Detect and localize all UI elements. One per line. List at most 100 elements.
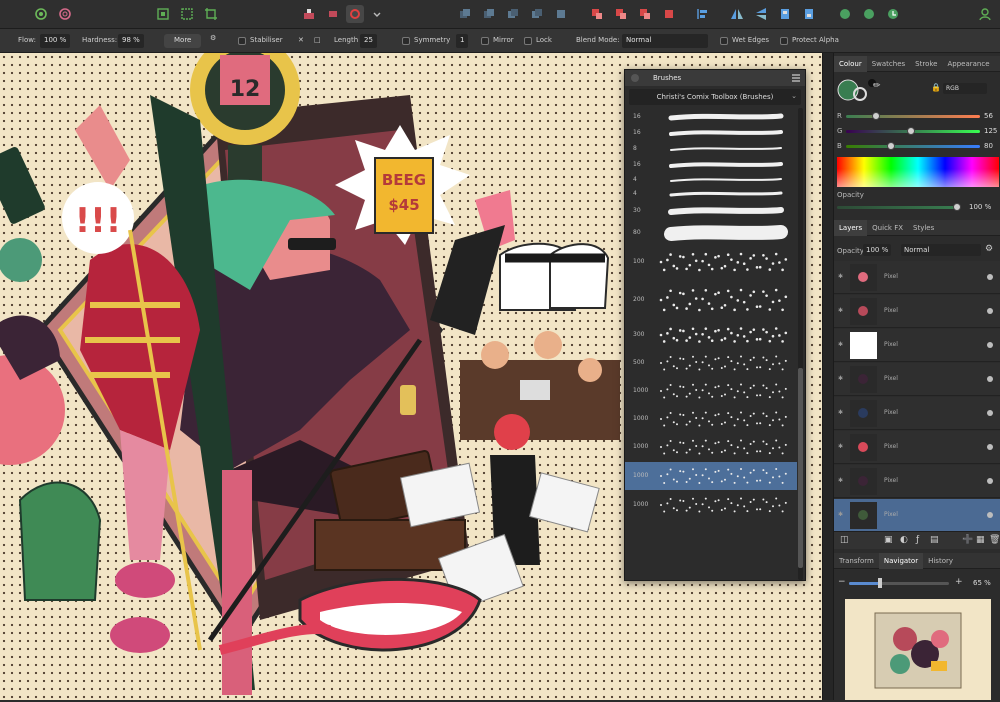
close-icon[interactable] xyxy=(631,74,639,82)
crop-tool-icon[interactable] xyxy=(202,5,220,23)
brush-row[interactable]: 1000 xyxy=(625,378,797,404)
persona-photo-icon[interactable] xyxy=(32,5,50,23)
rope-mode-icon[interactable]: ✕ xyxy=(298,36,304,44)
layer-blend-select[interactable]: Normal xyxy=(901,244,981,256)
visibility-toggle[interactable] xyxy=(987,274,993,280)
layer-fx-icon[interactable]: ✱ xyxy=(838,273,843,280)
arrange-back-icon[interactable] xyxy=(456,5,474,23)
visibility-toggle[interactable] xyxy=(987,478,993,484)
scrollbar-thumb[interactable] xyxy=(798,368,803,568)
live-filter-icon[interactable]: ▤ xyxy=(930,535,939,545)
arrange-backward-icon[interactable] xyxy=(480,5,498,23)
layer-row[interactable]: ✱ Pixel xyxy=(834,329,1000,362)
tab-navigator[interactable]: Navigator xyxy=(878,553,924,569)
brush-row[interactable]: 200 xyxy=(625,280,797,320)
tab-quick-fx[interactable]: Quick FX xyxy=(867,220,908,236)
tool-dropdown-icon[interactable] xyxy=(368,5,386,23)
brushes-panel-header[interactable]: Brushes xyxy=(625,70,805,86)
history-icon[interactable] xyxy=(884,5,902,23)
eyedropper-icon[interactable]: ✏ xyxy=(873,81,881,91)
xor-pixel-icon[interactable] xyxy=(660,5,678,23)
layer-row[interactable]: ✱ Pixel xyxy=(834,431,1000,464)
rotate-left-icon[interactable] xyxy=(776,5,794,23)
length-field[interactable]: 25 xyxy=(360,34,377,48)
navigator-preview[interactable] xyxy=(845,599,991,700)
visibility-toggle[interactable] xyxy=(987,410,993,416)
zoom-out-icon[interactable]: − xyxy=(838,577,846,587)
colour-wells[interactable] xyxy=(837,77,877,103)
hardness-field[interactable]: 98 % xyxy=(118,34,144,48)
zoom-in-icon[interactable]: + xyxy=(955,577,963,587)
adjustment-layer-icon[interactable]: ◐ xyxy=(900,535,908,545)
brush-row[interactable]: 30 xyxy=(625,202,797,220)
flip-vertical-icon[interactable] xyxy=(752,5,770,23)
layer-fx-icon[interactable]: ✱ xyxy=(838,375,843,382)
fx-icon[interactable]: ƒ xyxy=(916,535,919,545)
symmetry-count-field[interactable]: 1 xyxy=(456,34,469,48)
wet-edges-checkbox[interactable] xyxy=(720,37,728,45)
brush-row[interactable]: 16 xyxy=(625,126,797,140)
selection-tool-icon[interactable] xyxy=(178,5,196,23)
lock-icon[interactable]: 🔒 xyxy=(931,83,941,92)
add-pixel-icon[interactable] xyxy=(588,5,606,23)
brush-row[interactable]: 1000 xyxy=(625,492,797,518)
add-layer-icon[interactable]: ➕ xyxy=(962,535,973,545)
layer-options-icon[interactable]: ◫ xyxy=(840,535,849,545)
green-value[interactable]: 125 xyxy=(984,127,997,135)
green-knob[interactable] xyxy=(907,127,915,135)
zoom-slider-knob[interactable] xyxy=(878,578,882,588)
assistant-icon[interactable] xyxy=(836,5,854,23)
tab-history[interactable]: History xyxy=(923,553,958,569)
opacity-track[interactable] xyxy=(837,206,959,209)
red-slider[interactable]: R 56 xyxy=(837,111,1000,121)
layer-row[interactable]: ✱ Pixel xyxy=(834,397,1000,430)
lock-checkbox[interactable] xyxy=(524,37,532,45)
brush-row[interactable]: 16 xyxy=(625,158,797,172)
flow-field[interactable]: 100 % xyxy=(40,34,71,48)
brush-row[interactable]: 4 xyxy=(625,188,797,200)
arrange-icon[interactable] xyxy=(552,5,570,23)
opacity-value[interactable]: 100 % xyxy=(969,203,991,211)
stabiliser-checkbox[interactable] xyxy=(238,37,246,45)
flip-horizontal-icon[interactable] xyxy=(728,5,746,23)
layer-fx-icon[interactable]: ✱ xyxy=(838,511,843,518)
layer-row[interactable]: ✱ Pixel xyxy=(834,363,1000,396)
view-tool-icon[interactable] xyxy=(154,5,172,23)
layer-fx-icon[interactable]: ✱ xyxy=(838,477,843,484)
visibility-toggle[interactable] xyxy=(987,444,993,450)
layer-row[interactable]: ✱ Pixel xyxy=(834,261,1000,294)
window-mode-icon[interactable]: □ xyxy=(314,36,321,44)
red-knob[interactable] xyxy=(872,112,880,120)
trash-icon[interactable]: 🗑 xyxy=(989,535,1000,545)
tab-appearance[interactable]: Appearance xyxy=(942,56,994,72)
colour-model-select[interactable]: RGB xyxy=(943,83,987,94)
brush-row[interactable]: 1000 xyxy=(625,434,797,460)
layer-row[interactable]: ✱ Pixel xyxy=(834,465,1000,498)
layer-fx-icon[interactable]: ✱ xyxy=(838,443,843,450)
blue-knob[interactable] xyxy=(887,142,895,150)
arrange-front-icon[interactable] xyxy=(528,5,546,23)
layer-row[interactable]: ✱ Pixel xyxy=(834,295,1000,328)
intersect-pixel-icon[interactable] xyxy=(636,5,654,23)
red-track[interactable] xyxy=(846,115,980,118)
brush-list[interactable]: 16 16 8 16 4 4 30 80 100 200 300 500 1000 1000 1000 100… xyxy=(625,108,797,580)
blue-value[interactable]: 80 xyxy=(984,142,993,150)
visibility-toggle[interactable] xyxy=(987,342,993,348)
brush-row[interactable]: 100 xyxy=(625,246,797,278)
user-account-icon[interactable] xyxy=(976,5,994,23)
brush-category-select[interactable]: Christi's Comix Toolbox (Brushes) ⌄ xyxy=(629,89,801,105)
blue-slider[interactable]: B 80 xyxy=(837,141,1000,151)
layer-opacity-field[interactable]: 100 % xyxy=(863,244,892,256)
mask-layer-icon[interactable]: ▣ xyxy=(884,535,893,545)
brush-row[interactable]: 80 xyxy=(625,222,797,244)
layer-fx-icon[interactable]: ✱ xyxy=(838,409,843,416)
brush-row[interactable]: 1000 xyxy=(625,462,797,490)
document-canvas[interactable]: 12 BEEG $45 !!! Brushes Christi's Comix … xyxy=(0,53,822,700)
tab-stroke[interactable]: Stroke xyxy=(910,56,942,72)
tab-colour[interactable]: Colour xyxy=(834,56,867,72)
brush-settings-icon[interactable]: ⚙ xyxy=(210,34,216,42)
more-button[interactable]: More xyxy=(164,34,202,48)
gear-icon[interactable]: ⚙ xyxy=(985,244,993,254)
opacity-slider[interactable]: 100 % xyxy=(837,202,1000,212)
visibility-toggle[interactable] xyxy=(987,308,993,314)
